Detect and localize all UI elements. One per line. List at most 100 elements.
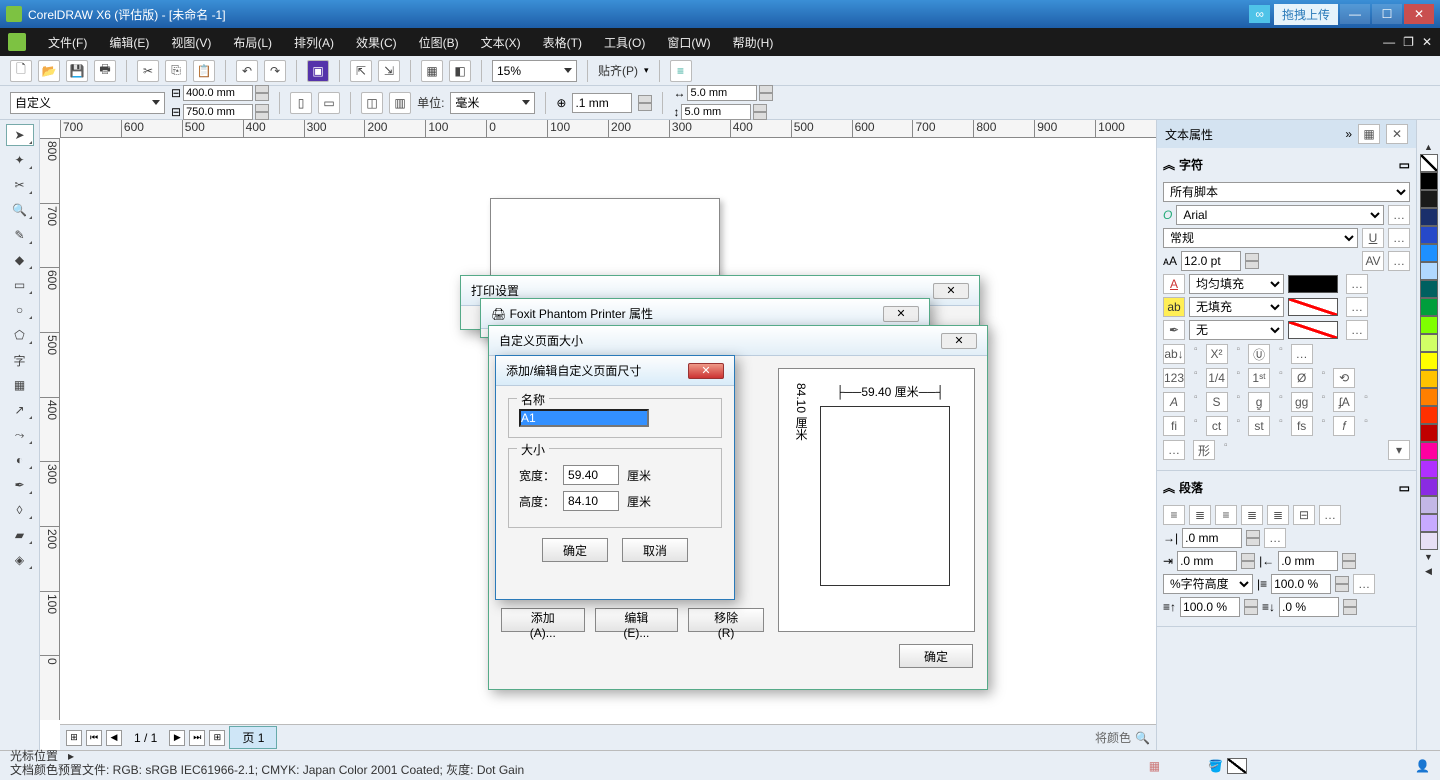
app-launcher-button[interactable]: ▦ [421, 60, 443, 82]
pick-tool[interactable]: ➤ [6, 124, 34, 146]
align-force-button[interactable]: ≣ [1267, 505, 1289, 525]
kerning-more-button[interactable]: … [1388, 251, 1410, 271]
height-input[interactable] [563, 491, 619, 511]
zoom-fit-icon[interactable]: 🔍 [1135, 731, 1150, 745]
swatch[interactable] [1420, 226, 1438, 244]
oldstyle-button[interactable]: 123 [1163, 368, 1185, 388]
ligature-fs-button[interactable]: fs [1291, 416, 1313, 436]
add-page-after-button[interactable]: ⊞ [209, 730, 225, 746]
maximize-button[interactable]: ☐ [1372, 4, 1402, 24]
script-select[interactable]: 所有脚本 [1163, 182, 1410, 202]
welcome-button[interactable]: ◧ [449, 60, 471, 82]
ruler-horizontal[interactable]: 7006005004003002001000100200300400500600… [60, 120, 1156, 138]
historical-button[interactable]: ʄA [1333, 392, 1355, 412]
numeral-more-button[interactable]: ⟲ [1333, 368, 1355, 388]
add-edit-close-button[interactable]: ✕ [688, 363, 724, 379]
dimension-tool[interactable]: ↗ [6, 399, 34, 421]
ok-button[interactable]: 确定 [542, 538, 608, 562]
ligature-fi-button[interactable]: fi [1163, 416, 1185, 436]
char-bg-more-button[interactable]: … [1346, 297, 1368, 317]
interactive-fill-tool[interactable]: ◈ [6, 549, 34, 571]
menu-edit[interactable]: 编辑(E) [99, 30, 159, 55]
swatch[interactable] [1420, 460, 1438, 478]
collapse-para-icon[interactable]: ︽ [1163, 479, 1175, 496]
print-button[interactable]: 🖶 [94, 60, 116, 82]
minimize-button[interactable]: — [1340, 4, 1370, 24]
snap-dropdown[interactable]: 贴齐(P) [598, 62, 638, 79]
glyph-more-button[interactable]: … [1163, 440, 1185, 460]
user-icon[interactable]: 👤 [1415, 759, 1430, 773]
underline-button[interactable]: U [1362, 228, 1384, 248]
page-tab[interactable]: 页 1 [229, 726, 277, 749]
fill-tool[interactable]: ▰ [6, 524, 34, 546]
swatch[interactable] [1420, 262, 1438, 280]
interactive-tool[interactable]: ◐ [6, 449, 34, 471]
vertical-text-button[interactable]: 形 [1193, 440, 1215, 460]
menu-arrange[interactable]: 排列(A) [284, 30, 344, 55]
save-button[interactable]: 💾 [66, 60, 88, 82]
docker-more-icon[interactable]: » [1345, 127, 1352, 141]
space-before-input[interactable] [1180, 597, 1240, 617]
swatch[interactable] [1420, 208, 1438, 226]
char-outline-select[interactable]: 无 [1189, 320, 1284, 340]
slashed-zero-button[interactable]: Ø [1291, 368, 1313, 388]
align-more-button[interactable]: … [1319, 505, 1341, 525]
font-style-select[interactable]: 常规 [1163, 228, 1358, 248]
indent-first-input[interactable] [1177, 551, 1237, 571]
char-bg-select[interactable]: 无填充 [1189, 297, 1284, 317]
page-width-input[interactable] [183, 85, 253, 101]
menu-window[interactable]: 窗口(W) [657, 30, 720, 55]
lineheight-mode-select[interactable]: %字符高度 [1163, 574, 1253, 594]
swatch[interactable] [1420, 442, 1438, 460]
char-fill-more-button[interactable]: … [1346, 274, 1368, 294]
swatch[interactable] [1420, 244, 1438, 262]
char-fill-select[interactable]: 均匀填充 [1189, 274, 1284, 294]
edit-page-size-button[interactable]: 编辑(E)... [595, 608, 679, 632]
char-bg-swatch[interactable] [1288, 298, 1338, 316]
shape-tool[interactable]: ✦ [6, 149, 34, 171]
swatch[interactable] [1420, 280, 1438, 298]
lineheight-input[interactable] [1271, 574, 1331, 594]
swatch[interactable] [1420, 370, 1438, 388]
ligature-st-button[interactable]: st [1248, 416, 1270, 436]
char-fill-swatch[interactable] [1288, 275, 1338, 293]
menu-bitmap[interactable]: 位图(B) [409, 30, 469, 55]
section-help-icon[interactable]: ▭ [1399, 158, 1410, 172]
swatch[interactable] [1420, 352, 1438, 370]
swatch[interactable] [1420, 316, 1438, 334]
char-outline-more-button[interactable]: … [1346, 320, 1368, 340]
align-justify-button[interactable]: ≣ [1241, 505, 1263, 525]
outline-tool[interactable]: ◊ [6, 499, 34, 521]
cut-button[interactable]: ✂ [137, 60, 159, 82]
indent-left-input[interactable] [1182, 528, 1242, 548]
menu-help[interactable]: 帮助(H) [723, 30, 784, 55]
last-page-button[interactable]: ⏭ [189, 730, 205, 746]
crop-tool[interactable]: ✂ [6, 174, 34, 196]
table-tool[interactable]: ▦ [6, 374, 34, 396]
superscript-button[interactable]: X² [1206, 344, 1228, 364]
units-combo[interactable]: 毫米 [450, 92, 535, 114]
docker-dock-button[interactable]: ▦ [1358, 124, 1380, 144]
menu-file[interactable]: 文件(F) [38, 30, 97, 55]
lineheight-more-button[interactable]: … [1353, 574, 1375, 594]
fill-indicator-icon[interactable]: 🪣 [1208, 759, 1223, 773]
font-select[interactable]: Arial [1176, 205, 1384, 225]
mdi-restore-icon[interactable]: ❐ [1403, 35, 1414, 49]
ordinal-button[interactable]: 1ˢᵗ [1248, 368, 1270, 388]
print-setup-close-button[interactable]: ✕ [933, 283, 969, 299]
remove-page-size-button[interactable]: 移除(R) [688, 608, 764, 632]
redo-button[interactable]: ↷ [264, 60, 286, 82]
swatch[interactable] [1420, 190, 1438, 208]
export-button[interactable]: ⇱ [350, 60, 372, 82]
swatch[interactable] [1420, 172, 1438, 190]
kerning-button[interactable]: AV [1362, 251, 1384, 271]
fill-swatch[interactable] [1227, 758, 1247, 774]
freehand-tool[interactable]: ✎ [6, 224, 34, 246]
smartfill-tool[interactable]: ◆ [6, 249, 34, 271]
page-name-input[interactable] [519, 409, 649, 427]
collapse-icon[interactable]: ︽ [1163, 156, 1175, 173]
docker-close-button[interactable]: ✕ [1386, 124, 1408, 144]
palette-down-button[interactable]: ▼ [1420, 550, 1438, 564]
menu-layout[interactable]: 布局(L) [223, 30, 282, 55]
page-height-input[interactable] [183, 104, 253, 120]
